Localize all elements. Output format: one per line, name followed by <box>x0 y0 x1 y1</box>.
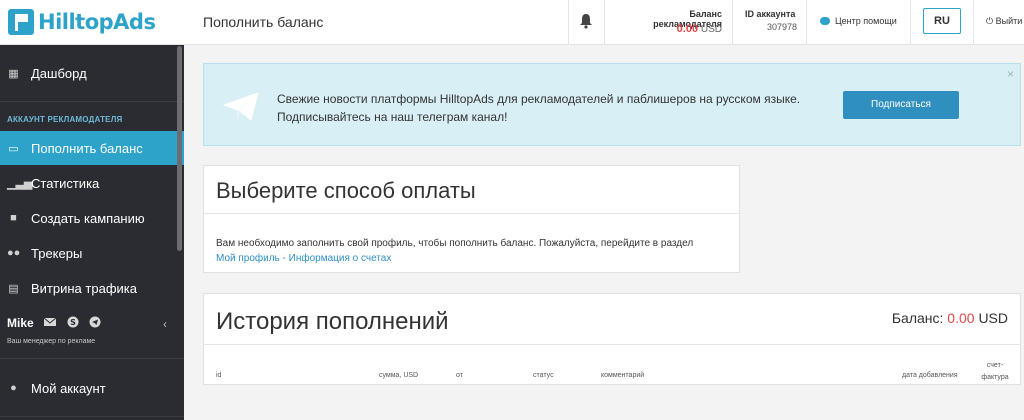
sidebar-scrollbar[interactable] <box>177 46 182 251</box>
history-title: История пополнений <box>216 308 449 335</box>
divider <box>0 358 184 359</box>
divider <box>910 0 911 45</box>
sidebar: HilltopAds ▦ Дашборд АККАУНТ РЕКЛАМОДАТЕ… <box>0 0 184 420</box>
column-header-status[interactable]: статус <box>533 372 554 379</box>
manager-subtitle: Ваш менеджер по рекламе <box>7 338 96 345</box>
column-header-comment[interactable]: комментарий <box>601 372 644 379</box>
sidebar-item-create-campaign[interactable]: ■ Создать кампанию <box>0 201 184 235</box>
topbar: Пополнить баланс Баланс рекламодателя 0.… <box>184 0 1024 45</box>
alert-line-1: Свежие новости платформы HilltopAds для … <box>277 92 801 106</box>
sidebar-item-label: Пополнить баланс <box>31 140 143 156</box>
telegram-icon[interactable] <box>89 316 101 328</box>
sidebar-item-statistics[interactable]: ▁▃▅ Статистика <box>0 166 184 200</box>
alert-line-2: Подписывайтесь на наш телеграм канал! <box>277 110 508 124</box>
balance-amount: 0.00 <box>676 23 699 35</box>
account-id-label: ID аккаунта <box>745 9 796 19</box>
account-id-value: 307978 <box>766 22 797 32</box>
divider <box>0 101 184 102</box>
logo[interactable]: HilltopAds <box>0 0 184 45</box>
history-balance-currency: USD <box>978 310 1008 326</box>
sidebar-item-traffic-showcase[interactable]: ▤ Витрина трафика <box>0 271 184 305</box>
manager-name: Mike <box>7 316 34 330</box>
divider <box>604 0 605 45</box>
sidebar-item-my-account[interactable]: ● Мой аккаунт <box>0 371 184 405</box>
brand-name: HilltopAds <box>38 10 156 34</box>
history-balance: Баланс: 0.00 USD <box>892 310 1008 326</box>
mail-icon[interactable] <box>44 316 57 328</box>
telegram-alert: × Свежие новости платформы HilltopAds дл… <box>203 63 1021 146</box>
logout-button[interactable]: ⏻ Выйти <box>986 16 1022 27</box>
profile-billing-link[interactable]: Мой профиль - Информация о счетах <box>216 253 391 264</box>
close-icon[interactable]: × <box>1007 67 1014 81</box>
help-center-label: Центр помощи <box>835 16 897 26</box>
section-title: АККАУНТ РЕКЛАМОДАТЕЛЯ <box>7 115 123 124</box>
divider <box>732 0 733 45</box>
column-header-from[interactable]: от <box>456 372 463 379</box>
chevron-left-icon[interactable]: ‹ <box>163 317 167 331</box>
sidebar-item-add-balance[interactable]: ▭ Пополнить баланс <box>0 131 184 165</box>
sidebar-item-label: Витрина трафика <box>31 280 137 296</box>
payment-notice-text: Вам необходимо заполнить свой профиль, ч… <box>216 238 694 249</box>
balance-value: 0.00 USD <box>620 23 722 35</box>
user-icon: ● <box>10 382 17 394</box>
history-balance-label: Баланс: <box>891 310 944 326</box>
divider <box>806 0 807 45</box>
history-balance-amount: 0.00 <box>947 310 975 326</box>
manager-block: Mike S Ваш менеджер по рекламе <box>7 314 177 345</box>
subscribe-button[interactable]: Подписаться <box>843 91 959 119</box>
sidebar-item-label: Мой аккаунт <box>31 380 106 396</box>
sidebar-item-dashboard[interactable]: ▦ Дашборд <box>0 56 184 90</box>
divider <box>204 213 739 214</box>
users-icon: ●● <box>7 247 21 259</box>
sidebar-item-trackers[interactable]: ●● Трекеры <box>0 236 184 270</box>
grid-icon: ▦ <box>8 67 19 80</box>
payment-title: Выберите способ оплаты <box>216 178 476 203</box>
credit-card-icon: ▭ <box>8 142 19 155</box>
column-header-amount[interactable]: сумма, USD <box>379 372 418 379</box>
briefcase-icon: ■ <box>10 212 17 224</box>
calculator-icon: ▤ <box>8 282 19 295</box>
logout-label: Выйти <box>995 16 1023 26</box>
skype-icon[interactable]: S <box>67 316 79 328</box>
sidebar-item-label: Статистика <box>31 175 100 191</box>
divider <box>204 344 1020 345</box>
page-title: Пополнить баланс <box>203 14 324 30</box>
divider <box>568 0 569 45</box>
help-center-link[interactable]: Центр помощи <box>820 16 897 26</box>
language-button[interactable]: RU <box>923 8 961 34</box>
svg-text:S: S <box>70 318 76 327</box>
payment-method-panel: Выберите способ оплаты Вам необходимо за… <box>203 165 740 273</box>
chat-bubble-icon <box>820 17 830 25</box>
divider <box>0 416 184 417</box>
payment-notice: Вам необходимо заполнить свой профиль, ч… <box>216 236 736 266</box>
column-header-invoice[interactable]: счет-фактура <box>980 360 1010 384</box>
column-header-id[interactable]: id <box>216 372 221 379</box>
bell-icon[interactable] <box>579 13 593 29</box>
chart-icon: ▁▃▅ <box>7 177 33 190</box>
sidebar-item-label: Трекеры <box>31 245 83 261</box>
paper-plane-icon <box>223 92 259 121</box>
power-icon: ⏻ <box>986 16 994 26</box>
alert-text: Свежие новости платформы HilltopAds для … <box>277 90 800 126</box>
sidebar-item-label: Дашборд <box>31 65 87 81</box>
sidebar-item-label: Создать кампанию <box>31 210 145 226</box>
column-header-date-added[interactable]: дата добавления <box>902 372 958 379</box>
flag-logo-icon <box>8 9 34 35</box>
topup-history-panel: История пополнений Баланс: 0.00 USD id с… <box>203 293 1021 385</box>
divider <box>973 0 974 45</box>
balance-currency: USD <box>700 24 722 35</box>
